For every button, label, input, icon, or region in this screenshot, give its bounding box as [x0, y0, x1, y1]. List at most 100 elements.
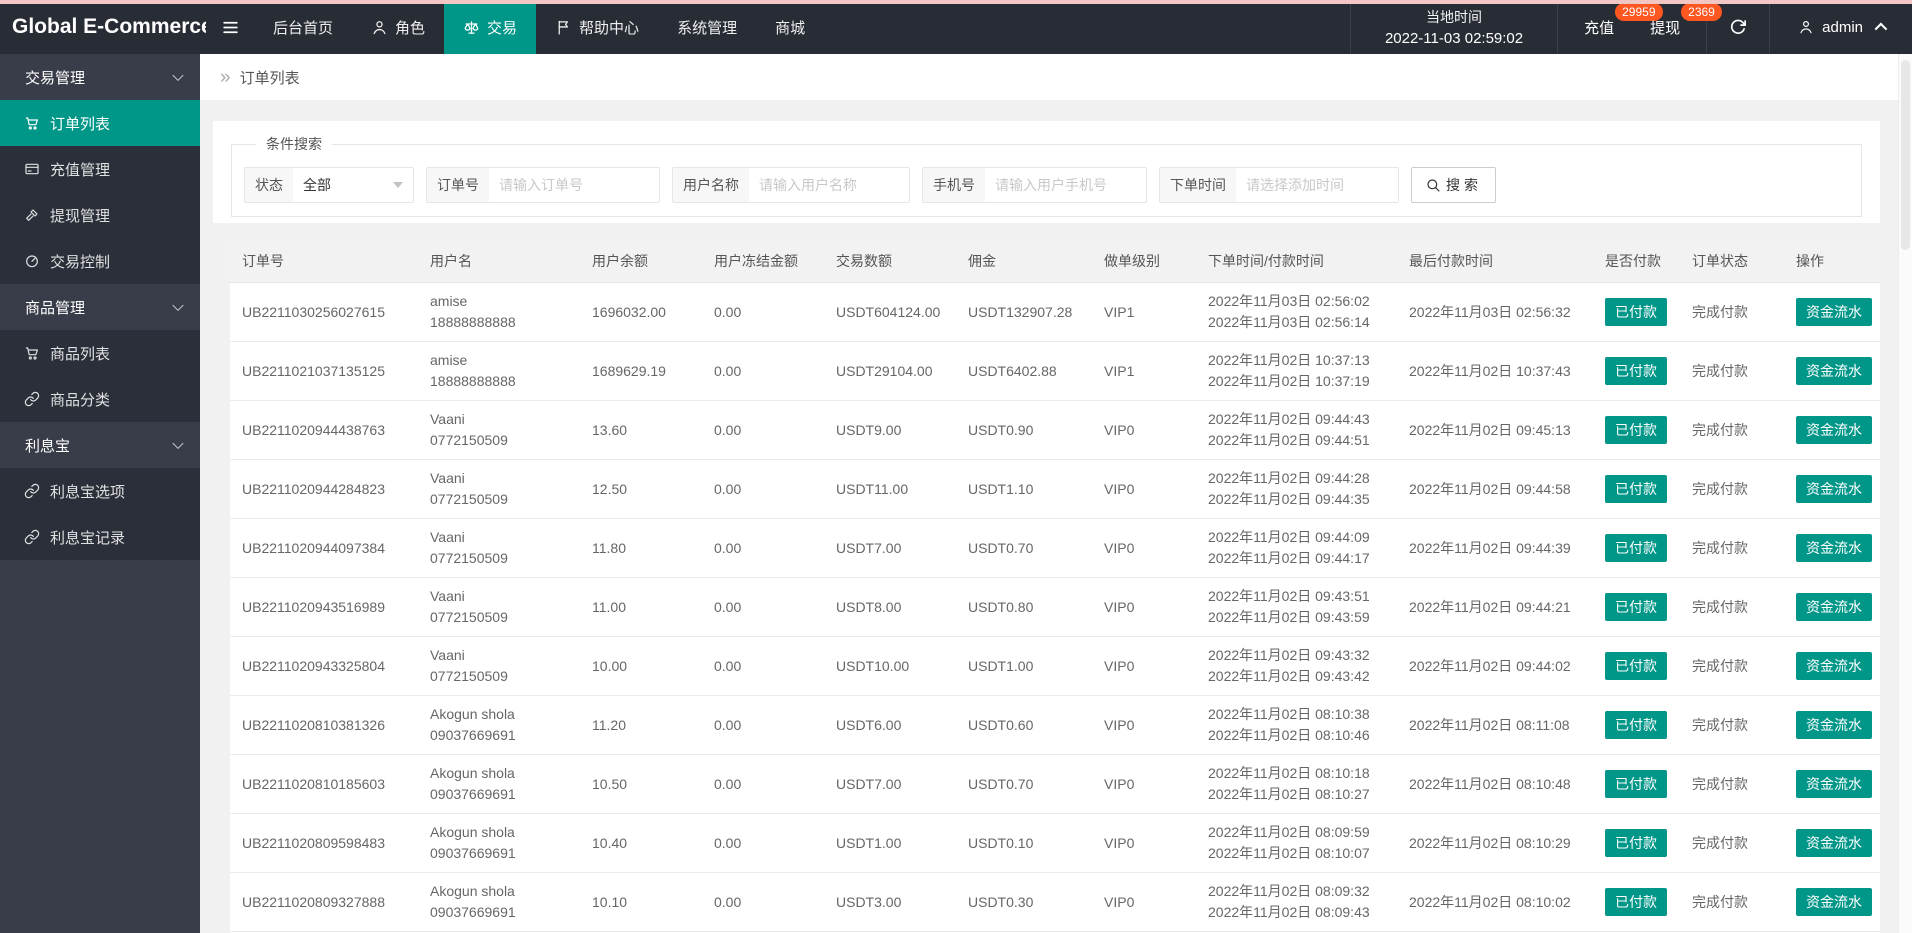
nav-item[interactable]: 商城	[756, 0, 824, 54]
nav-item[interactable]: 帮助中心	[536, 0, 658, 54]
paid-button[interactable]: 已付款	[1605, 415, 1667, 444]
cell-commission: USDT0.30	[956, 872, 1092, 932]
cell-action: 资金流水	[1784, 872, 1880, 932]
table-row: UB2211020809598483 Akogun shola 090376696…	[230, 813, 1880, 873]
cell-order-pay-time: 2022年11月02日 09:43:51 2022年11月02日 09:43:59	[1196, 577, 1397, 637]
chevron-up-icon	[1874, 22, 1888, 35]
fund-flow-button[interactable]: 资金流水	[1796, 887, 1872, 916]
order-no-input[interactable]	[489, 168, 659, 202]
fund-flow-button[interactable]: 资金流水	[1796, 415, 1872, 444]
cell-amount: USDT1.00	[824, 813, 956, 873]
header-right: 当地时间 2022-11-03 02:59:02 充值 29959 提现 236…	[1349, 0, 1912, 54]
sidebar-item[interactable]: 提现管理	[0, 192, 200, 238]
quick-zone: 充值 29959 提现 2369	[1558, 0, 1722, 54]
cell-amount: USDT6.00	[824, 695, 956, 755]
paid-button[interactable]: 已付款	[1605, 592, 1667, 621]
cell-action: 资金流水	[1784, 695, 1880, 755]
order-time-filter: 下单时间	[1159, 167, 1399, 203]
nav-item[interactable]: 角色	[352, 0, 444, 54]
fund-flow-button[interactable]: 资金流水	[1796, 356, 1872, 385]
user-name-input[interactable]	[749, 168, 909, 202]
fund-flow-button[interactable]: 资金流水	[1796, 710, 1872, 739]
withdraw-link[interactable]: 提现 2369	[1650, 0, 1722, 54]
paid-button[interactable]: 已付款	[1605, 356, 1667, 385]
fund-flow-button[interactable]: 资金流水	[1796, 651, 1872, 680]
scrollbar-thumb[interactable]	[1901, 60, 1910, 250]
top-accent-strip	[0, 0, 1912, 4]
column-header: 订单号	[230, 240, 418, 283]
cell-action: 资金流水	[1784, 341, 1880, 401]
column-header: 用户余额	[580, 240, 702, 283]
user-name-filter: 用户名称	[672, 167, 910, 203]
table-row: UB2211020944438763 Vaani 0772150509 13.60…	[230, 400, 1880, 460]
order-time-input[interactable]	[1236, 168, 1398, 202]
paid-button[interactable]: 已付款	[1605, 710, 1667, 739]
fund-flow-button[interactable]: 资金流水	[1796, 769, 1872, 798]
paid-button[interactable]: 已付款	[1605, 474, 1667, 503]
paid-button[interactable]: 已付款	[1605, 297, 1667, 326]
sidebar-group[interactable]: 商品管理	[0, 284, 200, 330]
cell-balance: 10.10	[580, 872, 702, 932]
cell-action: 资金流水	[1784, 813, 1880, 873]
phone-input[interactable]	[985, 168, 1146, 202]
order-no-label: 订单号	[427, 168, 489, 202]
order-time-label: 下单时间	[1160, 168, 1236, 202]
cell-commission: USDT0.70	[956, 754, 1092, 814]
page-title: 订单列表	[239, 69, 300, 87]
cell-frozen: 0.00	[702, 459, 824, 519]
cell-user: amise 18888888888	[418, 341, 580, 401]
nav-item[interactable]: 后台首页	[254, 0, 352, 54]
phone-label: 手机号	[923, 168, 985, 202]
fund-flow-button[interactable]: 资金流水	[1796, 297, 1872, 326]
paid-button[interactable]: 已付款	[1605, 651, 1667, 680]
nav-item[interactable]: 交易	[444, 0, 537, 54]
user-name-label: 用户名称	[673, 168, 749, 202]
cell-level: VIP0	[1092, 695, 1196, 755]
fund-flow-button[interactable]: 资金流水	[1796, 592, 1872, 621]
cell-amount: USDT7.00	[824, 518, 956, 578]
sidebar-item[interactable]: 充值管理	[0, 146, 200, 192]
cell-amount: USDT9.00	[824, 400, 956, 460]
cell-commission: USDT0.60	[956, 695, 1092, 755]
cell-order-status: 完成付款	[1680, 400, 1784, 460]
recharge-link[interactable]: 充值 29959	[1584, 0, 1663, 54]
admin-menu[interactable]: admin	[1769, 0, 1912, 54]
sidebar-item[interactable]: 订单列表	[0, 100, 200, 146]
sidebar-group[interactable]: 交易管理	[0, 54, 200, 100]
column-header: 最后付款时间	[1397, 240, 1593, 283]
sidebar-item[interactable]: 利息宝记录	[0, 514, 200, 560]
user-icon	[371, 19, 388, 36]
column-header: 订单状态	[1680, 240, 1784, 283]
paid-button[interactable]: 已付款	[1605, 887, 1667, 916]
search-fieldset: 条件搜索 状态 全部 订单号 请输入订单号 用户名称 请输入用户名称 手机号 请…	[231, 134, 1862, 217]
fund-flow-button[interactable]: 资金流水	[1796, 474, 1872, 503]
fund-flow-button[interactable]: 资金流水	[1796, 533, 1872, 562]
search-button[interactable]: 搜索	[1411, 167, 1496, 203]
paid-button[interactable]: 已付款	[1605, 828, 1667, 857]
cell-balance: 11.80	[580, 518, 702, 578]
status-select[interactable]: 全部	[293, 168, 413, 202]
cell-commission: USDT0.80	[956, 577, 1092, 637]
cell-order-status: 完成付款	[1680, 813, 1784, 873]
sidebar-item[interactable]: 利息宝选项	[0, 468, 200, 514]
cell-level: VIP0	[1092, 872, 1196, 932]
cart-icon	[24, 345, 40, 361]
sidebar-item[interactable]: 交易控制	[0, 238, 200, 284]
top-nav: 后台首页 角色 交易 帮助中心 系统管理 商城	[254, 0, 824, 54]
cell-user: Vaani 0772150509	[418, 400, 580, 460]
nav-item[interactable]: 系统管理	[658, 0, 756, 54]
cell-commission: USDT132907.28	[956, 282, 1092, 342]
sidebar-item[interactable]: 商品分类	[0, 376, 200, 422]
gauge-icon	[24, 253, 40, 269]
menu-toggle-button[interactable]	[206, 0, 254, 54]
paid-button[interactable]: 已付款	[1605, 533, 1667, 562]
vertical-scrollbar[interactable]	[1898, 54, 1912, 933]
paid-button[interactable]: 已付款	[1605, 769, 1667, 798]
fund-flow-button[interactable]: 资金流水	[1796, 828, 1872, 857]
cell-order-no: UB2211020943325804	[230, 636, 418, 696]
cell-order-pay-time: 2022年11月02日 08:10:18 2022年11月02日 08:10:27	[1196, 754, 1397, 814]
table-row: UB2211020944284823 Vaani 0772150509 12.50…	[230, 459, 1880, 519]
sidebar-group[interactable]: 利息宝	[0, 422, 200, 468]
user-icon	[1798, 19, 1814, 35]
sidebar-item[interactable]: 商品列表	[0, 330, 200, 376]
